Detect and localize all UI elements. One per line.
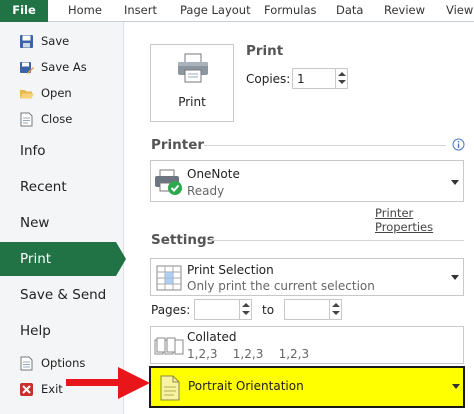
chevron-down-icon: [452, 384, 460, 389]
printer-status: Ready: [187, 184, 225, 198]
settings-divider: [208, 240, 464, 241]
ribbon-tabs: File Home Insert Page Layout Formulas Da…: [0, 0, 474, 22]
collation-title: Collated: [187, 330, 237, 344]
chevron-down-icon: [451, 180, 459, 185]
nav-print-label: Print: [20, 251, 52, 267]
tab-insert[interactable]: Insert: [124, 0, 157, 22]
open-folder-icon: [20, 90, 34, 99]
save-as-icon: [20, 62, 34, 74]
print-button[interactable]: Print: [150, 44, 234, 122]
nav-save-label: Save: [41, 34, 70, 48]
tab-file[interactable]: File: [0, 0, 48, 22]
pages-from-input[interactable]: [194, 299, 252, 320]
collation-dropdown[interactable]: Collated 1,2,3 1,2,3 1,2,3: [150, 326, 464, 364]
save-icon: [20, 35, 33, 48]
pages-to-spinner[interactable]: [329, 300, 341, 319]
print-heading: Print: [246, 43, 284, 59]
tab-review[interactable]: Review: [384, 0, 425, 22]
chevron-down-icon: [451, 275, 459, 280]
tab-formulas[interactable]: Formulas: [264, 0, 317, 22]
nav-close[interactable]: Close: [0, 108, 124, 132]
print-what-subtitle: Only print the current selection: [187, 279, 375, 293]
pages-to-input[interactable]: [284, 299, 342, 320]
print-selection-icon: [156, 265, 182, 291]
tab-page-layout[interactable]: Page Layout: [180, 0, 251, 22]
nav-new[interactable]: New: [0, 206, 124, 240]
nav-open-label: Open: [41, 86, 72, 100]
nav-exit-label: Exit: [41, 382, 63, 396]
printer-divider: [204, 145, 446, 146]
close-document-icon: [20, 112, 33, 127]
copies-value: 1: [297, 72, 305, 86]
orientation-dropdown[interactable]: Portrait Orientation: [149, 366, 465, 408]
orientation-title: Portrait Orientation: [188, 379, 304, 393]
nav-open[interactable]: Open: [0, 82, 124, 106]
copies-spinner[interactable]: [335, 69, 347, 88]
nav-save-as-label: Save As: [41, 60, 87, 74]
settings-heading: Settings: [151, 232, 215, 248]
nav-save-as[interactable]: Save As: [0, 56, 124, 80]
copies-input[interactable]: 1: [292, 68, 348, 89]
backstage-nav: Save Save As Open Close Info Recent New …: [0, 22, 126, 414]
printer-ready-icon: [155, 169, 182, 195]
print-what-title: Print Selection: [187, 263, 274, 277]
nav-save[interactable]: Save: [0, 30, 124, 54]
info-icon[interactable]: [452, 138, 465, 151]
print-what-dropdown[interactable]: Print Selection Only print the current s…: [150, 258, 464, 296]
tab-home[interactable]: Home: [68, 0, 102, 22]
pages-to-label: to: [262, 303, 275, 317]
portrait-page-icon: [160, 375, 180, 401]
pages-from-spinner[interactable]: [239, 300, 251, 319]
collated-pages-icon: [154, 337, 184, 355]
nav-save-send[interactable]: Save & Send: [0, 278, 124, 312]
exit-icon: [20, 383, 33, 396]
nav-help[interactable]: Help: [0, 314, 124, 348]
tab-view[interactable]: View: [446, 0, 473, 22]
print-button-label: Print: [178, 95, 206, 109]
annotation-arrow-icon: [66, 367, 150, 399]
copies-label: Copies:: [246, 72, 291, 86]
nav-close-label: Close: [41, 112, 73, 126]
nav-print[interactable]: Print: [0, 242, 126, 276]
printer-dropdown[interactable]: OneNote Ready: [150, 160, 464, 202]
printer-heading: Printer: [151, 137, 205, 153]
printer-icon: [178, 53, 208, 83]
pages-label: Pages:: [151, 303, 191, 317]
nav-info[interactable]: Info: [0, 134, 124, 168]
printer-name: OneNote: [187, 167, 240, 181]
options-document-icon: [20, 356, 33, 371]
collation-subtitle: 1,2,3 1,2,3 1,2,3: [187, 347, 310, 361]
tab-data[interactable]: Data: [336, 0, 363, 22]
selected-indicator-arrow: [116, 242, 126, 276]
nav-recent[interactable]: Recent: [0, 170, 124, 204]
printer-properties-link[interactable]: Printer Properties: [375, 206, 474, 234]
